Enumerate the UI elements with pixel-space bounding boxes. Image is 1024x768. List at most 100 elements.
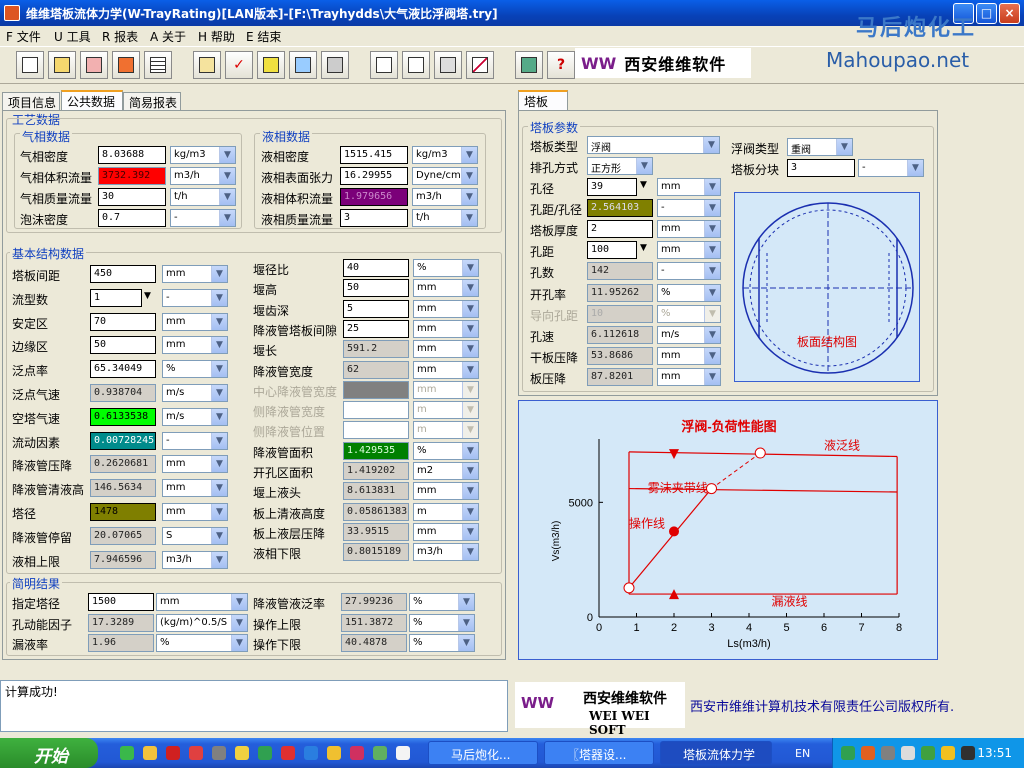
quicklaunch-icon-9[interactable] [304, 746, 318, 760]
unit-select[interactable]: mm ▼ [413, 299, 479, 318]
pen-icon[interactable] [515, 51, 543, 79]
value-field[interactable]: 27.99236 [341, 593, 407, 611]
unit-select[interactable]: mm ▼ [156, 593, 248, 611]
menu-report[interactable]: R 报表 [102, 28, 138, 45]
menu-tools[interactable]: U 工具 [54, 28, 91, 45]
close-button[interactable]: × [999, 3, 1020, 24]
export-icon[interactable] [112, 51, 140, 79]
value-field[interactable]: 40 [343, 259, 409, 277]
value-field[interactable]: 1.979656 [340, 188, 408, 206]
value-field[interactable]: 1.96 [88, 634, 154, 652]
unit-select[interactable]: m2 ▼ [413, 462, 479, 480]
unit-select[interactable]: mm ▼ [162, 312, 228, 331]
value-field[interactable]: 39 [587, 178, 637, 196]
chevron-down-icon[interactable]: ▼ [640, 243, 647, 253]
unit-select[interactable]: % ▼ [657, 283, 721, 302]
quicklaunch-icon-4[interactable] [189, 746, 203, 760]
quicklaunch-icon-11[interactable] [350, 746, 364, 760]
tray-icon-3[interactable] [881, 746, 895, 760]
check-icon[interactable]: ✓ [225, 51, 253, 79]
unit-select[interactable]: Dyne/cm ▼ [412, 167, 478, 185]
unit-select[interactable]: % ▼ [409, 613, 475, 632]
unit-select[interactable]: mm ▼ [413, 522, 479, 541]
unit-select[interactable]: m3/h ▼ [412, 188, 478, 206]
quicklaunch-icon-8[interactable] [281, 746, 295, 760]
chevron-down-icon[interactable]: ▼ [640, 180, 647, 190]
value-field[interactable]: 142 [587, 262, 653, 281]
blocks-input[interactable]: 3 [787, 159, 855, 177]
unit-select[interactable]: kg/m3 ▼ [170, 146, 236, 164]
unit-select[interactable]: mm ▼ [413, 279, 479, 298]
unit-select[interactable]: % ▼ [413, 441, 479, 460]
value-field[interactable]: 0.938704 [90, 384, 156, 402]
tab-project-info[interactable]: 项目信息 [2, 92, 60, 110]
value-field[interactable]: 0.2620681 [90, 455, 156, 474]
value-field[interactable]: 8.03688 [98, 146, 166, 164]
table-icon[interactable] [144, 51, 172, 79]
quicklaunch-icon-2[interactable] [143, 746, 157, 760]
new-file-icon[interactable] [16, 51, 44, 79]
tab-tray[interactable]: 塔板 [518, 90, 568, 110]
unit-select[interactable]: m/s ▼ [657, 325, 721, 344]
value-field[interactable]: 30 [98, 188, 166, 206]
doc-icon[interactable] [370, 51, 398, 79]
tab-common-data[interactable]: 公共数据 [61, 90, 123, 110]
unit-select[interactable]: m/s ▼ [162, 384, 228, 402]
unit-select[interactable]: m/s ▼ [162, 407, 228, 426]
value-field[interactable] [343, 401, 409, 420]
unit-select[interactable]: S ▼ [162, 526, 228, 545]
menu-exit[interactable]: E 结束 [246, 28, 281, 45]
task-mahoupao[interactable]: 马后炮化... [428, 741, 538, 765]
tools-icon[interactable] [321, 51, 349, 79]
unit-select[interactable]: - ▼ [170, 209, 236, 227]
unit-select[interactable]: kg/m3 ▼ [412, 146, 478, 164]
value-field[interactable]: 1500 [88, 593, 154, 611]
load-icon[interactable] [193, 51, 221, 79]
help-icon[interactable]: ? [547, 51, 575, 79]
unit-select[interactable]: t/h ▼ [170, 188, 236, 206]
quicklaunch-icon-1[interactable] [120, 746, 134, 760]
quicklaunch-icon-5[interactable] [212, 746, 226, 760]
unit-select[interactable]: mm ▼ [657, 220, 721, 239]
value-field[interactable]: 1478 [90, 503, 156, 521]
value-field[interactable]: 10 [587, 304, 653, 323]
unit-select[interactable]: mm ▼ [657, 178, 721, 196]
layout-select[interactable]: 正方形 ▼ [587, 157, 653, 175]
task-tray-hydraulics[interactable]: 塔板流体力学 [660, 741, 772, 765]
menu-help[interactable]: H 帮助 [198, 28, 235, 45]
tray-icon-7[interactable] [961, 746, 975, 760]
unit-select[interactable]: % ▼ [409, 593, 475, 611]
copy-icon[interactable] [402, 51, 430, 79]
start-button[interactable]: 开始 [0, 738, 98, 768]
value-field[interactable]: 25 [343, 319, 409, 338]
value-field[interactable]: 62 [343, 360, 409, 379]
menu-file[interactable]: F 文件 [6, 28, 41, 45]
unit-select[interactable]: mm ▼ [413, 380, 479, 399]
value-field[interactable]: 146.5634 [90, 479, 156, 498]
blocks-unit-select[interactable]: - ▼ [858, 159, 924, 177]
unit-select[interactable]: mm ▼ [162, 503, 228, 521]
unit-select[interactable]: mm ▼ [413, 319, 479, 338]
value-field[interactable]: 5 [343, 299, 409, 318]
value-field[interactable]: 16.29955 [340, 167, 408, 185]
unit-select[interactable]: m3/h ▼ [170, 167, 236, 185]
value-field[interactable]: 1.419202 [343, 462, 409, 480]
unit-select[interactable]: - ▼ [162, 431, 228, 450]
value-field[interactable]: 40.4878 [341, 634, 407, 652]
unit-select[interactable]: m ▼ [413, 401, 479, 420]
value-field[interactable]: 53.8686 [587, 346, 653, 365]
value-field[interactable]: 450 [90, 265, 156, 283]
value-field[interactable]: 2.564103 [587, 199, 653, 218]
unit-select[interactable]: mm ▼ [413, 340, 479, 359]
task-tower-design[interactable]: 〖塔器设... [544, 741, 654, 765]
value-field[interactable]: 100 [587, 241, 637, 260]
tray-icon-2[interactable] [861, 746, 875, 760]
quicklaunch-icon-7[interactable] [258, 746, 272, 760]
language-indicator[interactable]: EN [795, 747, 810, 760]
value-field[interactable]: 0.7 [98, 209, 166, 227]
value-field[interactable]: 11.95262 [587, 283, 653, 302]
unit-select[interactable]: mm ▼ [162, 455, 228, 474]
value-field[interactable]: 33.9515 [343, 522, 409, 541]
unit-select[interactable]: % ▼ [413, 259, 479, 277]
unit-select[interactable]: % ▼ [409, 634, 475, 652]
